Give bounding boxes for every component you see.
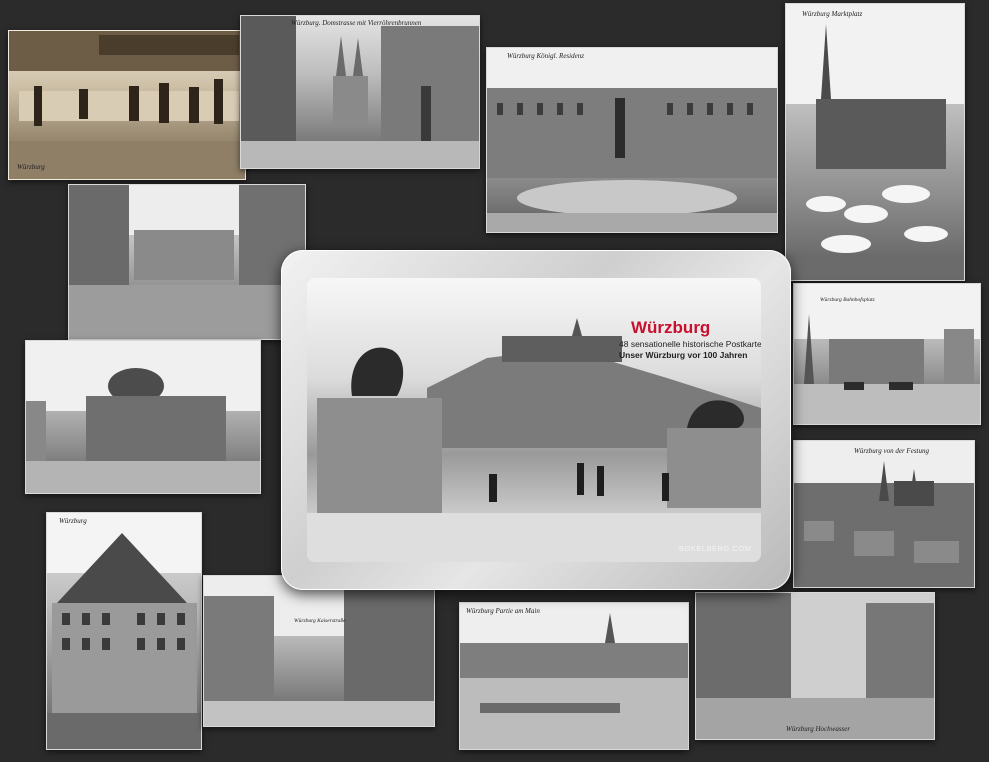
postcard-caption: Würzburg: [59, 517, 87, 525]
postcard-caption: Würzburg: [17, 163, 45, 171]
kaeppele-illustration: [26, 341, 260, 493]
street-scene-illustration: [241, 16, 479, 168]
postcard-caption: Würzburg Königl. Residenz: [507, 52, 584, 60]
postcard-domstrasse: Würzburg. Domstrasse mit Vierröhrenbrunn…: [240, 15, 480, 169]
postcard-residenz: Würzburg Königl. Residenz: [486, 47, 778, 233]
postcard-market-women: Würzburg: [8, 30, 246, 180]
postcard-caption: Würzburg Hochwasser: [786, 725, 851, 733]
postcard-hochwasser: Würzburg Hochwasser: [695, 592, 935, 740]
postcard-kaeppele: [25, 340, 261, 494]
kaiserstrasse-illustration: [204, 576, 434, 726]
postcard-caption: Würzburg Kaiserstraße: [294, 618, 346, 624]
postcard-flood-street: [68, 184, 306, 340]
market-scene-illustration: [9, 31, 245, 179]
postcard-marktplatz: Würzburg Marktplatz: [785, 3, 965, 281]
postcard-caption: Würzburg von der Festung: [854, 447, 929, 455]
flood-illustration: [696, 593, 934, 739]
tin-title: Würzburg: [631, 318, 711, 337]
marktplatz-illustration: [786, 4, 964, 280]
flood-street-illustration: [69, 185, 305, 339]
postcard-von-der-festung: Würzburg von der Festung: [793, 440, 975, 588]
postcard-kaiserstrasse: Würzburg Kaiserstraße: [203, 575, 435, 727]
tin-subtitle-2: Unser Würzburg vor 100 Jahren: [619, 350, 748, 360]
postcard-caption: Würzburg Marktplatz: [802, 10, 863, 18]
tin-subtitle-1: 48 sensationelle historische Postkarten: [619, 339, 761, 349]
postcard-tin: Würzburg 48 sensationelle historische Po…: [281, 250, 791, 590]
river-scene-illustration: [460, 603, 688, 749]
postcard-caption: Würzburg. Domstrasse mit Vierröhrenbrunn…: [291, 19, 422, 27]
postcard-bahnhofsplatz: Würzburg Bahnhofsplatz: [793, 283, 981, 425]
postcard-caption: Würzburg Bahnhofsplatz: [820, 297, 875, 303]
residenz-illustration: [487, 48, 777, 232]
corner-building-illustration: [47, 513, 201, 749]
postcard-partie-am-main: Würzburg Partie am Main: [459, 602, 689, 750]
tin-cover-photo: Würzburg 48 sensationelle historische Po…: [307, 278, 761, 562]
postcard-otto-kaufhaus: Würzburg: [46, 512, 202, 750]
city-panorama-illustration: [794, 441, 974, 587]
tin-brand: BOKELBERG.COM: [679, 544, 752, 553]
postcard-caption: Würzburg Partie am Main: [466, 607, 540, 615]
bahnhofsplatz-illustration: [794, 284, 980, 424]
